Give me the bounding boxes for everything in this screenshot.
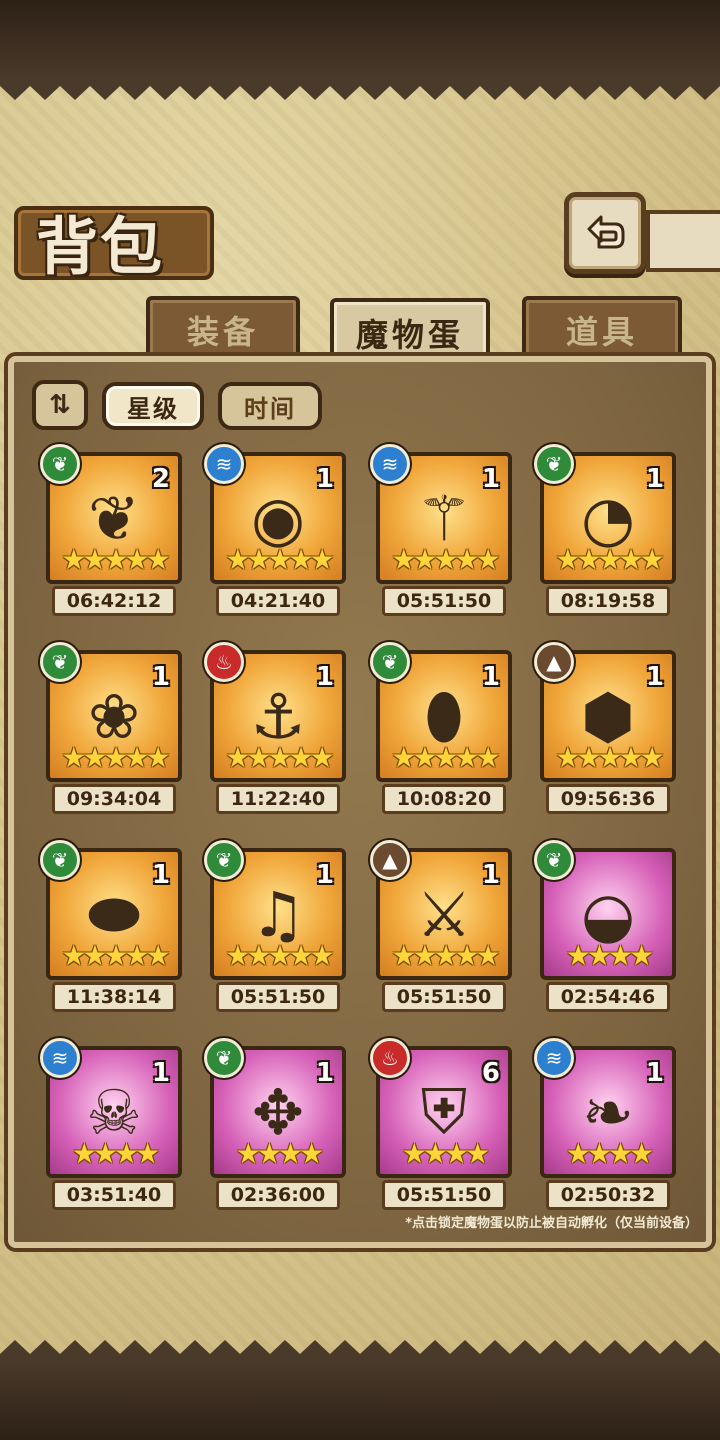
earth-element-icon: ▲ — [534, 642, 574, 682]
hatch-timer: 10:08:20 — [382, 784, 506, 814]
leaf-element-icon: ❦ — [204, 1038, 244, 1078]
hatch-timer: 02:36:00 — [216, 1180, 340, 1210]
star-rating: ★★★★★ — [391, 543, 501, 576]
leaf-element-icon: ❦ — [40, 444, 80, 484]
egg-count: 1 — [315, 860, 334, 890]
hatch-timer: 08:19:58 — [546, 586, 670, 616]
egg-count: 1 — [481, 662, 500, 692]
fire-element-icon: ♨ — [370, 1038, 410, 1078]
star-rating: ★★★★ — [71, 1137, 160, 1170]
star-rating: ★★★★ — [401, 1137, 490, 1170]
sort-by-time-button[interactable]: 时间 — [218, 382, 322, 430]
hatch-timer: 11:38:14 — [52, 982, 176, 1012]
leaf-element-icon: ❦ — [370, 642, 410, 682]
water-element-icon: ≋ — [40, 1038, 80, 1078]
leaf-element-icon: ❦ — [204, 840, 244, 880]
egg-count: 1 — [481, 464, 500, 494]
water-element-icon: ≋ — [204, 444, 244, 484]
egg-count: 1 — [151, 860, 170, 890]
sort-order-icon: ⇅ — [49, 390, 71, 420]
hatch-timer: 02:50:32 — [546, 1180, 670, 1210]
star-rating: ★★★★★ — [225, 939, 335, 972]
page-title: 背包 — [36, 210, 165, 283]
hatch-timer: 02:54:46 — [546, 982, 670, 1012]
back-arrow-icon — [587, 215, 625, 249]
egg-count: 1 — [315, 662, 334, 692]
bottom-border — [0, 1360, 720, 1440]
tab-equipment[interactable]: 装备 — [146, 296, 300, 360]
hatch-timer: 05:51:50 — [382, 1180, 506, 1210]
hatch-timer: 09:56:36 — [546, 784, 670, 814]
star-rating: ★★★★★ — [555, 543, 665, 576]
star-rating: ★★★★★ — [391, 741, 501, 774]
egg-count: 1 — [645, 464, 664, 494]
egg-count: 1 — [151, 1058, 170, 1088]
star-rating: ★★★★ — [565, 1137, 654, 1170]
hatch-timer: 09:34:04 — [52, 784, 176, 814]
sort-by-stars-button[interactable]: 星级 — [102, 382, 204, 430]
torn-edge-top — [0, 78, 720, 100]
egg-count: 1 — [481, 860, 500, 890]
hatch-timer: 05:51:50 — [216, 982, 340, 1012]
egg-count: 1 — [645, 662, 664, 692]
egg-count: 1 — [315, 1058, 334, 1088]
back-button[interactable] — [564, 192, 646, 274]
earth-element-icon: ▲ — [370, 840, 410, 880]
star-rating: ★★★★ — [235, 1137, 324, 1170]
leaf-element-icon: ❦ — [40, 840, 80, 880]
egg-count: 1 — [645, 1058, 664, 1088]
hatch-timer: 11:22:40 — [216, 784, 340, 814]
star-rating: ★★★★★ — [225, 741, 335, 774]
leaf-element-icon: ❦ — [40, 642, 80, 682]
tab-items[interactable]: 道具 — [522, 296, 682, 360]
back-button-rail — [646, 210, 720, 272]
egg-count: 1 — [151, 662, 170, 692]
water-element-icon: ≋ — [370, 444, 410, 484]
star-rating: ★★★★★ — [61, 939, 171, 972]
star-rating: ★★★★★ — [225, 543, 335, 576]
star-rating: ★★★★★ — [61, 543, 171, 576]
star-rating: ★★★★★ — [391, 939, 501, 972]
sort-order-button[interactable]: ⇅ — [32, 380, 88, 430]
torn-edge-bottom — [0, 1340, 720, 1362]
leaf-element-icon: ❦ — [534, 444, 574, 484]
egg-count: 6 — [481, 1058, 500, 1088]
hatch-timer: 03:51:40 — [52, 1180, 176, 1210]
tab-monster-eggs[interactable]: 魔物蛋 — [330, 298, 490, 364]
star-rating: ★★★★★ — [61, 741, 171, 774]
hatch-timer: 04:21:40 — [216, 586, 340, 616]
egg-count: 2 — [151, 464, 170, 494]
star-rating: ★★★★★ — [555, 741, 665, 774]
top-border — [0, 0, 720, 80]
egg-count: 1 — [315, 464, 334, 494]
lock-hint-text: *点击锁定魔物蛋以防止被自动孵化（仅当前设备） — [405, 1216, 698, 1231]
hatch-timer: 06:42:12 — [52, 586, 176, 616]
leaf-element-icon: ❦ — [534, 840, 574, 880]
star-rating: ★★★★ — [565, 939, 654, 972]
fire-element-icon: ♨ — [204, 642, 244, 682]
hatch-timer: 05:51:50 — [382, 982, 506, 1012]
hatch-timer: 05:51:50 — [382, 586, 506, 616]
water-element-icon: ≋ — [534, 1038, 574, 1078]
